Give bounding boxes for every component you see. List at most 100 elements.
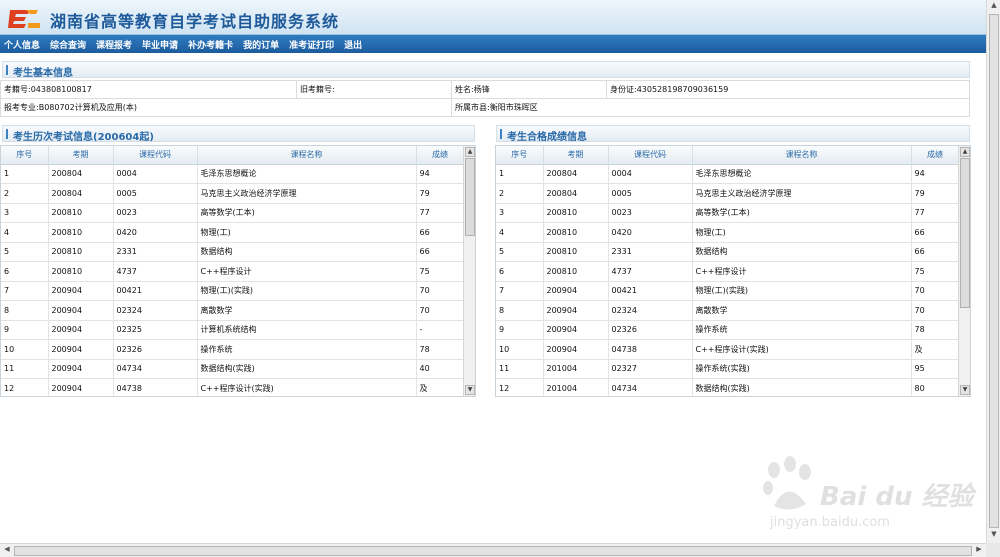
scroll-down-icon[interactable]: ▼ [465, 385, 475, 395]
table-row[interactable]: 6 200810 4737 C++程序设计 75 [1, 261, 465, 282]
page-scroll-up-icon[interactable]: ▲ [988, 1, 1000, 13]
row-code: 02325 [113, 320, 198, 340]
passed-scroll-thumb[interactable] [960, 158, 970, 308]
table-row[interactable]: 7 200904 00421 物理(工)(实践) 70 [1, 281, 465, 301]
row-code: 0023 [608, 203, 693, 223]
row-code: 04738 [113, 378, 198, 396]
history-scroll-thumb[interactable] [465, 158, 475, 236]
table-row[interactable]: 11 200904 04734 数据结构(实践) 40 [1, 359, 465, 379]
table-row[interactable]: 3 200810 0023 高等数学(工本) 77 [496, 203, 960, 223]
row-code: 04734 [113, 359, 198, 379]
table-row[interactable]: 5 200810 2331 数据结构 66 [496, 242, 960, 262]
table-row[interactable]: 12 201004 04734 数据结构(实践) 80 [496, 378, 960, 396]
table-row[interactable]: 1 200804 0004 毛泽东思想概论 94 [1, 164, 465, 184]
jiaoyu-logo-icon [8, 10, 40, 28]
scroll-down-icon[interactable]: ▼ [960, 385, 970, 395]
row-course-name: C++程序设计 [197, 261, 417, 282]
table-row[interactable]: 9 200904 02326 操作系统 78 [496, 320, 960, 340]
nav-query[interactable]: 综合查询 [50, 38, 86, 51]
row-index: 9 [1, 320, 49, 340]
page-scroll-down-icon[interactable]: ▼ [988, 530, 1000, 542]
passed-title: 考生合格成绩信息 [507, 132, 587, 143]
table-row[interactable]: 7 200904 00421 物理(工)(实践) 70 [496, 281, 960, 301]
row-index: 5 [1, 242, 49, 262]
row-code: 02327 [608, 359, 693, 379]
baidu-jingyan-watermark: Bai du 经验 jingyan.baidu.com [760, 448, 975, 538]
table-row[interactable]: 4 200810 0420 物理(工) 66 [1, 222, 465, 243]
table-row[interactable]: 4 200810 0420 物理(工) 66 [496, 222, 960, 243]
scroll-up-icon[interactable]: ▲ [465, 147, 475, 157]
page-hscroll-thumb[interactable] [14, 546, 972, 556]
row-score: 及 [416, 378, 465, 396]
history-col-term: 考期 [48, 146, 114, 165]
row-code: 4737 [113, 261, 198, 282]
exam-id-cell: 考籍号:043808100817 [0, 80, 297, 99]
table-row[interactable]: 2 200804 0005 马克思主义政治经济学原理 79 [1, 183, 465, 204]
city-value: 衡阳市珠晖区 [489, 103, 538, 112]
row-code: 2331 [113, 242, 198, 262]
passed-col-index: 序号 [496, 146, 544, 165]
watermark-url: jingyan.baidu.com [770, 515, 890, 530]
nav-my-orders[interactable]: 我的订单 [243, 38, 279, 51]
row-term: 200904 [543, 339, 609, 360]
table-row[interactable]: 1 200804 0004 毛泽东思想概论 94 [496, 164, 960, 184]
row-term: 200810 [48, 242, 114, 262]
row-term: 200810 [543, 203, 609, 223]
row-course-name: 操作系统 [692, 320, 912, 340]
row-index: 10 [496, 339, 544, 360]
row-score: 70 [416, 300, 465, 321]
page-scroll-left-icon[interactable]: ◀ [1, 545, 13, 557]
nav-graduation[interactable]: 毕业申请 [142, 38, 178, 51]
passed-col-name: 课程名称 [692, 146, 912, 165]
table-row[interactable]: 10 200904 04738 C++程序设计(实践) 及 [496, 339, 960, 360]
passed-col-code: 课程代码 [608, 146, 693, 165]
row-course-name: 物理(工) [692, 222, 912, 243]
scroll-up-icon[interactable]: ▲ [960, 147, 970, 157]
table-row[interactable]: 10 200904 02326 操作系统 78 [1, 339, 465, 360]
row-index: 6 [1, 261, 49, 282]
table-row[interactable]: 9 200904 02325 计算机系统结构 - [1, 320, 465, 340]
row-index: 1 [496, 164, 544, 184]
page-vscroll-thumb[interactable] [989, 14, 999, 528]
row-term: 200810 [48, 261, 114, 282]
row-code: 00421 [608, 281, 693, 301]
history-title-bar: 考生历次考试信息(200604起) [2, 125, 475, 143]
row-course-name: 数据结构 [197, 242, 417, 262]
row-code: 04738 [608, 339, 693, 360]
passed-scrollbar[interactable]: ▲ ▼ [958, 146, 970, 396]
row-course-name: 马克思主义政治经济学原理 [197, 183, 417, 204]
table-row[interactable]: 5 200810 2331 数据结构 66 [1, 242, 465, 262]
page-horizontal-scrollbar[interactable]: ◀ ▶ [0, 543, 986, 557]
table-row[interactable]: 11 201004 02327 操作系统(实践) 95 [496, 359, 960, 379]
table-row[interactable]: 8 200904 02324 离散数学 70 [496, 300, 960, 321]
row-code: 0005 [608, 183, 693, 204]
table-row[interactable]: 3 200810 0023 高等数学(工本) 77 [1, 203, 465, 223]
row-score: 70 [416, 281, 465, 301]
id-card-cell: 身份证:430528198709036159 [606, 80, 970, 99]
row-course-name: 马克思主义政治经济学原理 [692, 183, 912, 204]
history-grid: 序号 考期 课程代码 课程名称 成绩 1 200804 0004 毛泽东思想概论 94 2… [0, 145, 476, 397]
page-vertical-scrollbar[interactable]: ▲ ▼ [986, 0, 1000, 543]
page-scroll-right-icon[interactable]: ▶ [973, 545, 985, 557]
row-term: 200804 [543, 164, 609, 184]
nav-personal-info[interactable]: 个人信息 [4, 38, 40, 51]
table-row[interactable]: 12 200904 04738 C++程序设计(实践) 及 [1, 378, 465, 396]
row-course-name: 毛泽东思想概论 [692, 164, 912, 184]
name-cell: 姓名:杨锋 [451, 80, 607, 99]
nav-course-registration[interactable]: 课程报考 [96, 38, 132, 51]
row-score: 94 [911, 164, 960, 184]
table-row[interactable]: 2 200804 0005 马克思主义政治经济学原理 79 [496, 183, 960, 204]
nav-reissue-card[interactable]: 补办考籍卡 [188, 38, 233, 51]
row-score: 66 [416, 242, 465, 262]
history-scrollbar[interactable]: ▲ ▼ [463, 146, 475, 396]
table-row[interactable]: 6 200810 4737 C++程序设计 75 [496, 261, 960, 282]
table-row[interactable]: 8 200904 02324 离散数学 70 [1, 300, 465, 321]
nav-logout[interactable]: 退出 [344, 38, 362, 51]
row-score: 75 [911, 261, 960, 282]
row-course-name: 数据结构(实践) [197, 359, 417, 379]
row-course-name: C++程序设计 [692, 261, 912, 282]
row-term: 200804 [48, 183, 114, 204]
row-score: 66 [911, 242, 960, 262]
row-course-name: C++程序设计(实践) [692, 339, 912, 360]
nav-admission-print[interactable]: 准考证打印 [289, 38, 334, 51]
